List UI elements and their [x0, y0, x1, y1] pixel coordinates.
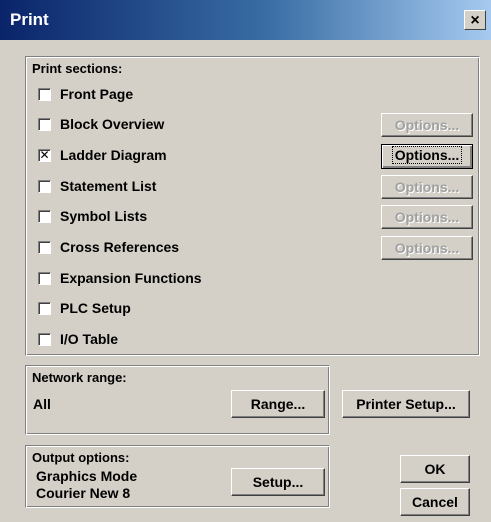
symbol-lists-checkbox[interactable]	[38, 209, 51, 223]
section-front-page[interactable]: Front Page	[38, 83, 133, 105]
statement-list-checkbox[interactable]	[38, 179, 51, 193]
window-title: Print	[10, 10, 49, 29]
section-cross-references[interactable]: Cross References	[38, 236, 179, 258]
io-table-checkbox[interactable]	[38, 332, 51, 346]
network-range-value: All	[33, 396, 51, 412]
ok-button[interactable]: OK	[400, 455, 470, 483]
block-overview-options-button[interactable]: Options...	[381, 113, 473, 137]
section-ladder-diagram[interactable]: ✕ Ladder Diagram	[38, 144, 167, 166]
ladder-diagram-options-button[interactable]: Options...	[381, 144, 473, 169]
expansion-functions-label: Expansion Functions	[60, 270, 202, 286]
print-dialog: Print × Print sections: Front Page Block…	[0, 0, 491, 522]
symbol-lists-options-button[interactable]: Options...	[381, 205, 473, 229]
expansion-functions-checkbox[interactable]	[38, 271, 51, 285]
cross-references-checkbox[interactable]	[38, 240, 51, 254]
statement-list-label: Statement List	[60, 178, 157, 194]
close-button[interactable]: ×	[464, 10, 486, 30]
range-button[interactable]: Range...	[231, 390, 325, 418]
network-range-group: Network range: All Range...	[25, 365, 330, 435]
section-io-table[interactable]: I/O Table	[38, 328, 118, 350]
plc-setup-checkbox[interactable]	[38, 301, 51, 315]
symbol-lists-label: Symbol Lists	[60, 208, 148, 224]
section-plc-setup[interactable]: PLC Setup	[38, 297, 131, 319]
output-options-title: Output options:	[32, 450, 130, 465]
output-mode-value: Graphics Mode	[36, 468, 138, 484]
section-symbol-lists[interactable]: Symbol Lists	[38, 205, 147, 227]
ladder-diagram-label: Ladder Diagram	[60, 147, 167, 163]
section-block-overview[interactable]: Block Overview	[38, 113, 164, 135]
block-overview-label: Block Overview	[60, 116, 165, 132]
title-bar[interactable]: Print ×	[0, 0, 491, 40]
output-options-group: Output options: Graphics Mode Courier Ne…	[25, 445, 330, 508]
output-setup-button[interactable]: Setup...	[231, 468, 325, 496]
statement-list-options-button[interactable]: Options...	[381, 175, 473, 199]
ladder-diagram-options-label: Options...	[391, 146, 463, 164]
ladder-diagram-checkbox[interactable]: ✕	[38, 148, 51, 162]
front-page-label: Front Page	[60, 86, 134, 102]
block-overview-checkbox[interactable]	[38, 117, 51, 131]
section-expansion-functions[interactable]: Expansion Functions	[38, 267, 202, 289]
print-sections-title: Print sections:	[32, 61, 123, 76]
printer-setup-button[interactable]: Printer Setup...	[342, 390, 470, 418]
section-statement-list[interactable]: Statement List	[38, 175, 156, 197]
cancel-button[interactable]: Cancel	[400, 488, 470, 516]
print-sections-group: Print sections: Front Page Block Overvie…	[25, 56, 480, 356]
cross-references-label: Cross References	[60, 239, 180, 255]
front-page-checkbox[interactable]	[38, 87, 51, 101]
cross-references-options-button[interactable]: Options...	[381, 236, 473, 260]
output-font-value: Courier New 8	[36, 485, 131, 501]
network-range-title: Network range:	[32, 370, 127, 385]
io-table-label: I/O Table	[60, 331, 119, 347]
plc-setup-label: PLC Setup	[60, 300, 131, 316]
